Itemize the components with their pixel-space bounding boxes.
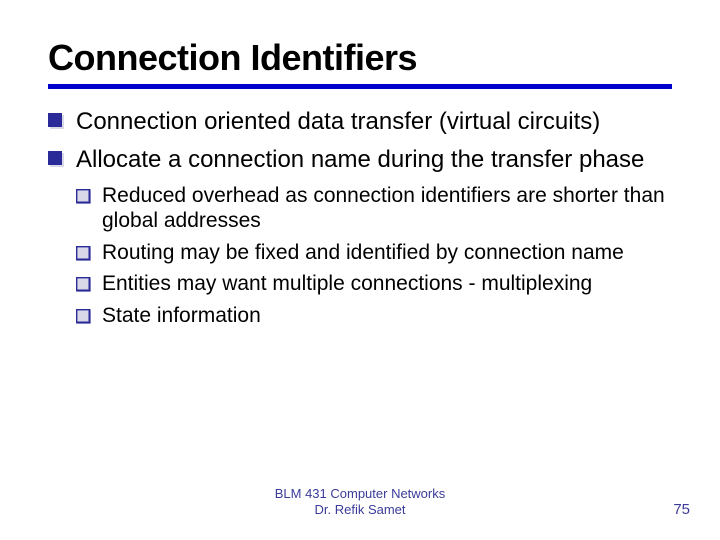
bullet-text: State information [102, 304, 261, 327]
bullet-text: Connection oriented data transfer (virtu… [76, 108, 600, 135]
bullet-marker-icon [48, 109, 66, 127]
footer: BLM 431 Computer Networks Dr. Refik Same… [0, 486, 720, 519]
bullet-text: Allocate a connection name during the tr… [76, 146, 644, 173]
bullet-marker-icon [48, 147, 66, 165]
bullet-level2: Routing may be fixed and identified by c… [76, 240, 672, 266]
bullet-level2: Entities may want multiple connections -… [76, 271, 672, 297]
bullet-level2: Reduced overhead as connection identifie… [76, 183, 672, 234]
sub-bullet-marker-icon [76, 186, 92, 202]
footer-author: Dr. Refik Samet [0, 502, 720, 518]
bullet-level1: Connection oriented data transfer (virtu… [48, 107, 672, 137]
sub-bullet-marker-icon [76, 306, 92, 322]
sub-bullet-marker-icon [76, 243, 92, 259]
bullet-list: Connection oriented data transfer (virtu… [48, 107, 672, 175]
bullet-level1: Allocate a connection name during the tr… [48, 145, 672, 175]
slide: Connection Identifiers Connection orient… [0, 0, 720, 329]
sub-bullet-marker-icon [76, 274, 92, 290]
bullet-level2: State information [76, 303, 672, 329]
bullet-text: Routing may be fixed and identified by c… [102, 241, 624, 264]
slide-title: Connection Identifiers [48, 38, 672, 89]
bullet-text: Entities may want multiple connections -… [102, 272, 592, 295]
sub-bullet-list: Reduced overhead as connection identifie… [48, 183, 672, 329]
page-number: 75 [673, 501, 690, 518]
bullet-text: Reduced overhead as connection identifie… [102, 184, 665, 233]
footer-course: BLM 431 Computer Networks [0, 486, 720, 502]
